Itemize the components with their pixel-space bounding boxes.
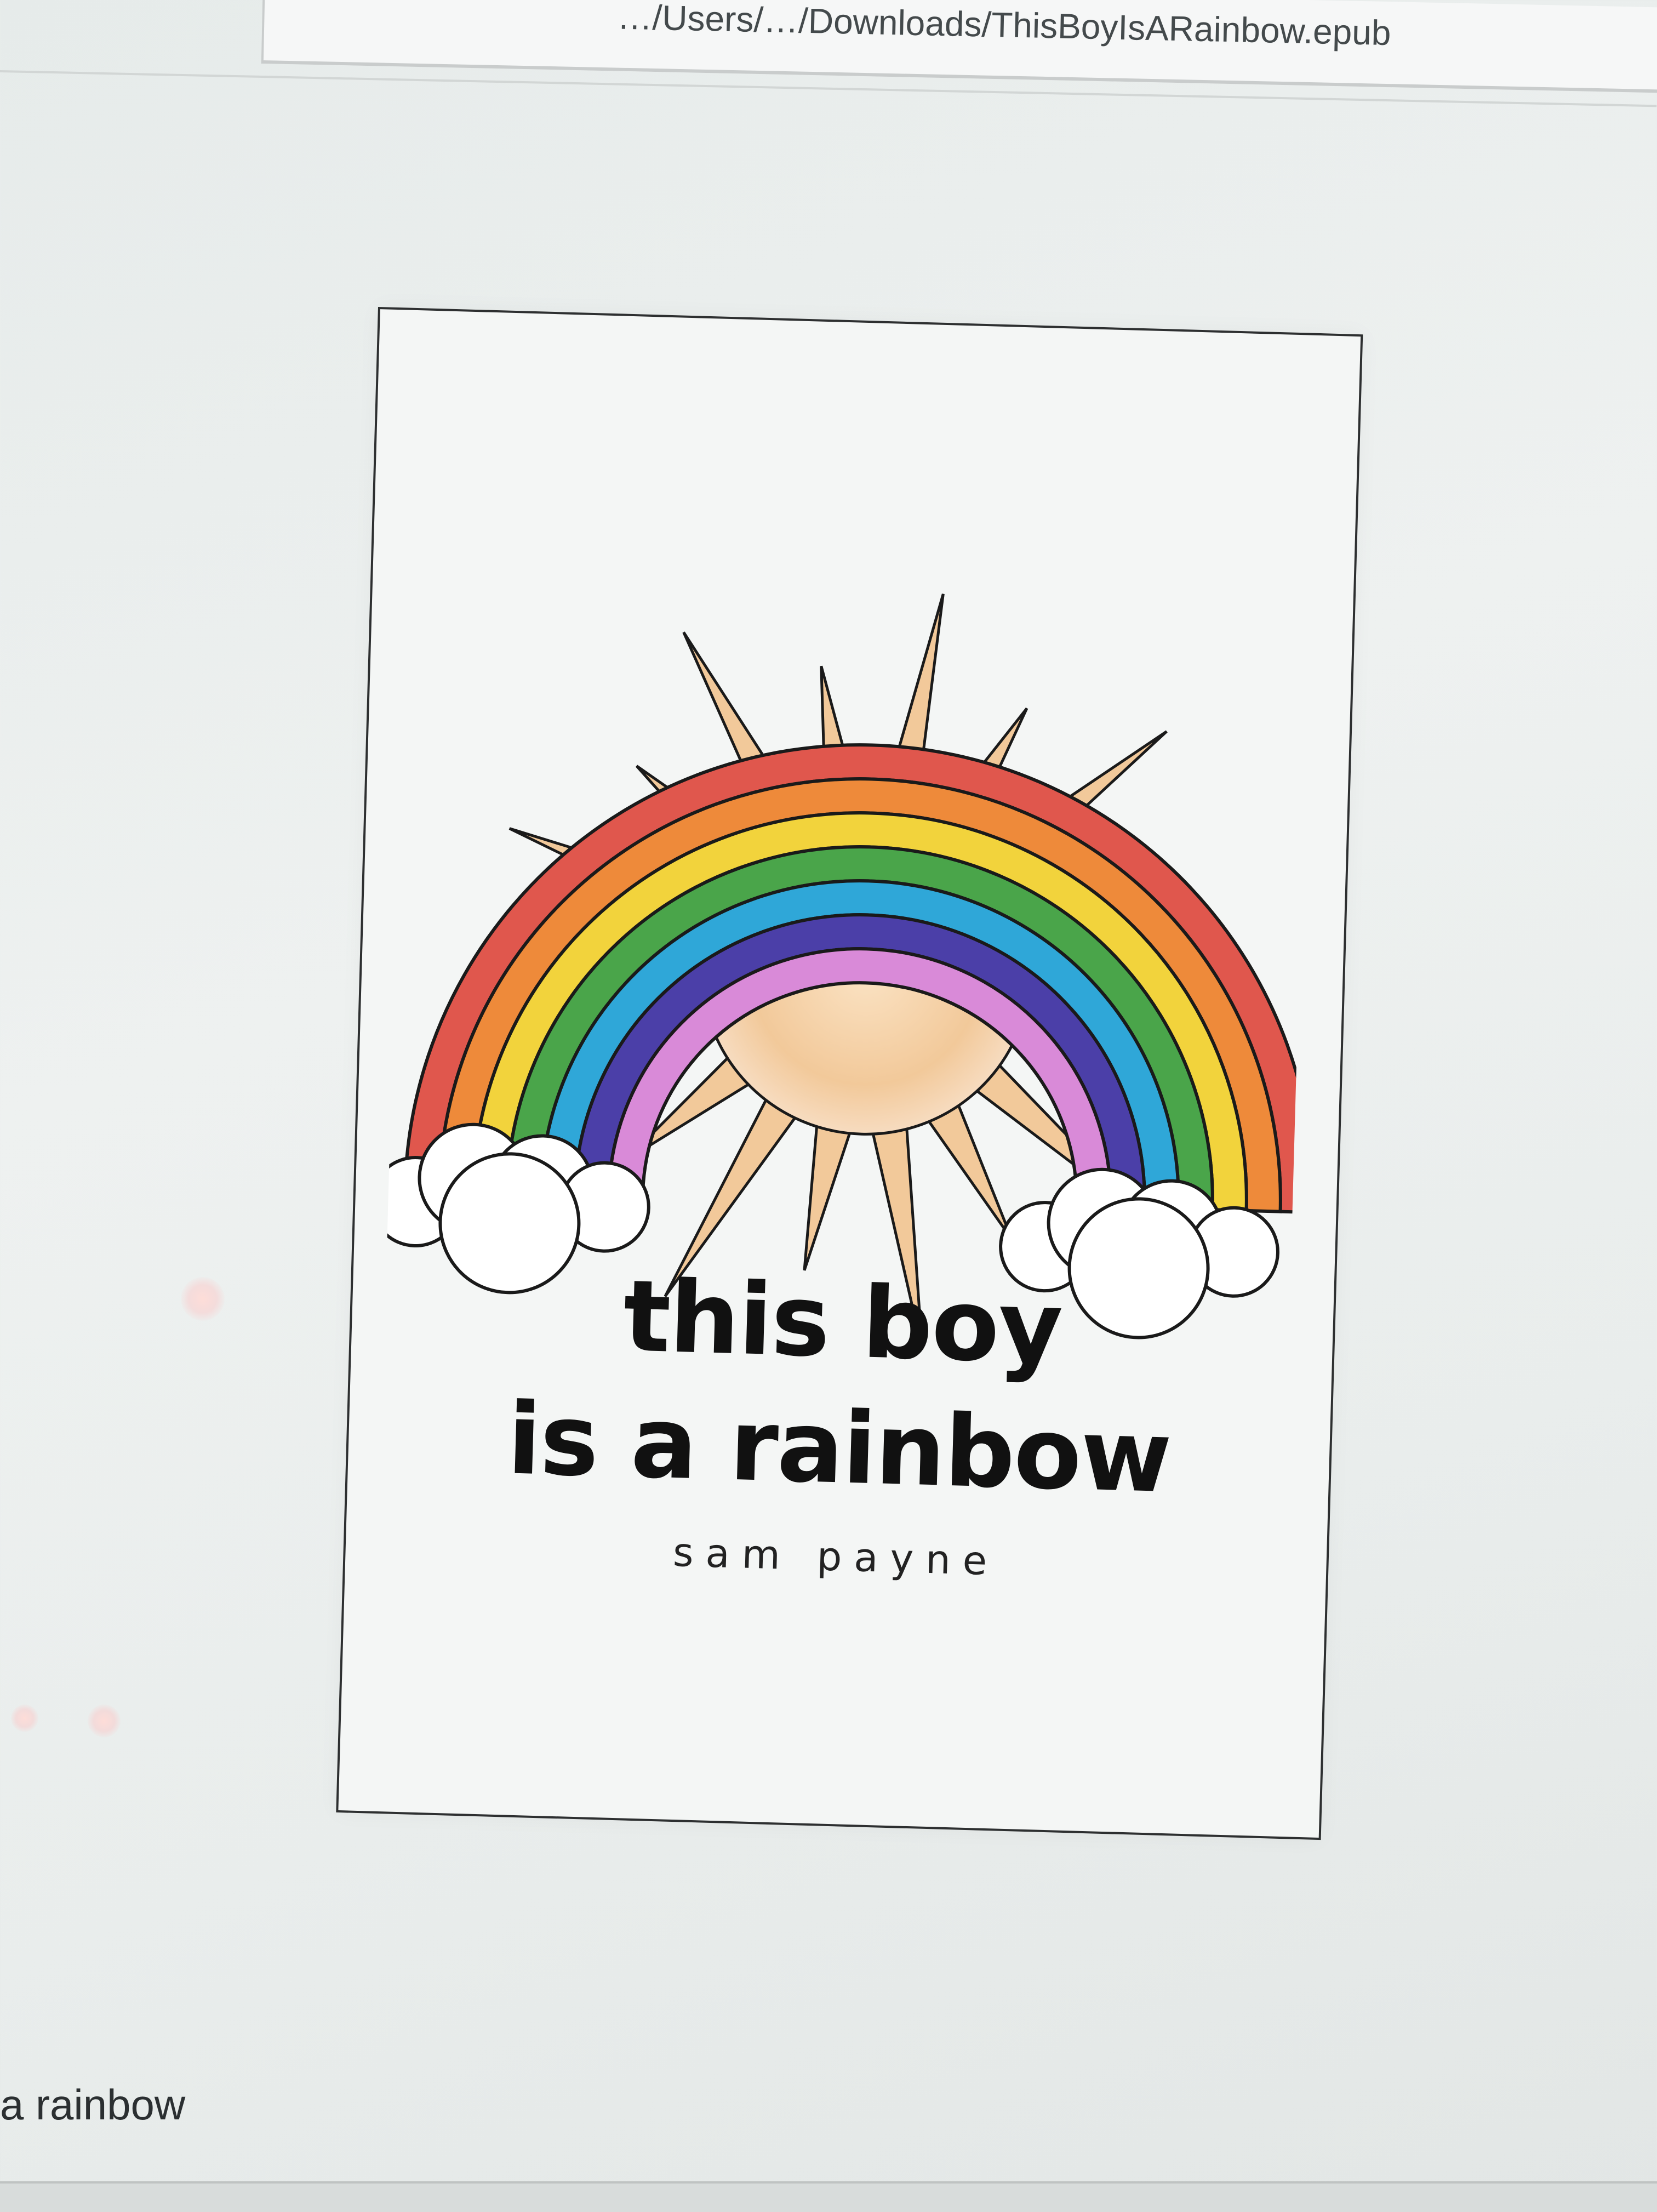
- status-bar: [0, 2181, 1657, 2212]
- book-cover-page: this boy is a rainbow sam payne: [336, 307, 1363, 1840]
- screen-glare: [11, 1704, 38, 1732]
- file-path-text: …/Users/…/Downloads/ThisBoyIsARainbow.ep…: [616, 0, 1392, 53]
- rainbow-sun-illustration: [384, 593, 1311, 1350]
- sun-ray: [924, 1098, 1014, 1241]
- cover-title-line-2: is a rainbow: [506, 1382, 1173, 1515]
- screen-glare: [181, 1277, 225, 1321]
- cover-author: sam payne: [672, 1529, 1000, 1584]
- sun-ray: [803, 1119, 854, 1271]
- screen-glare: [88, 1704, 121, 1737]
- book-title-label: a rainbow: [0, 2080, 186, 2129]
